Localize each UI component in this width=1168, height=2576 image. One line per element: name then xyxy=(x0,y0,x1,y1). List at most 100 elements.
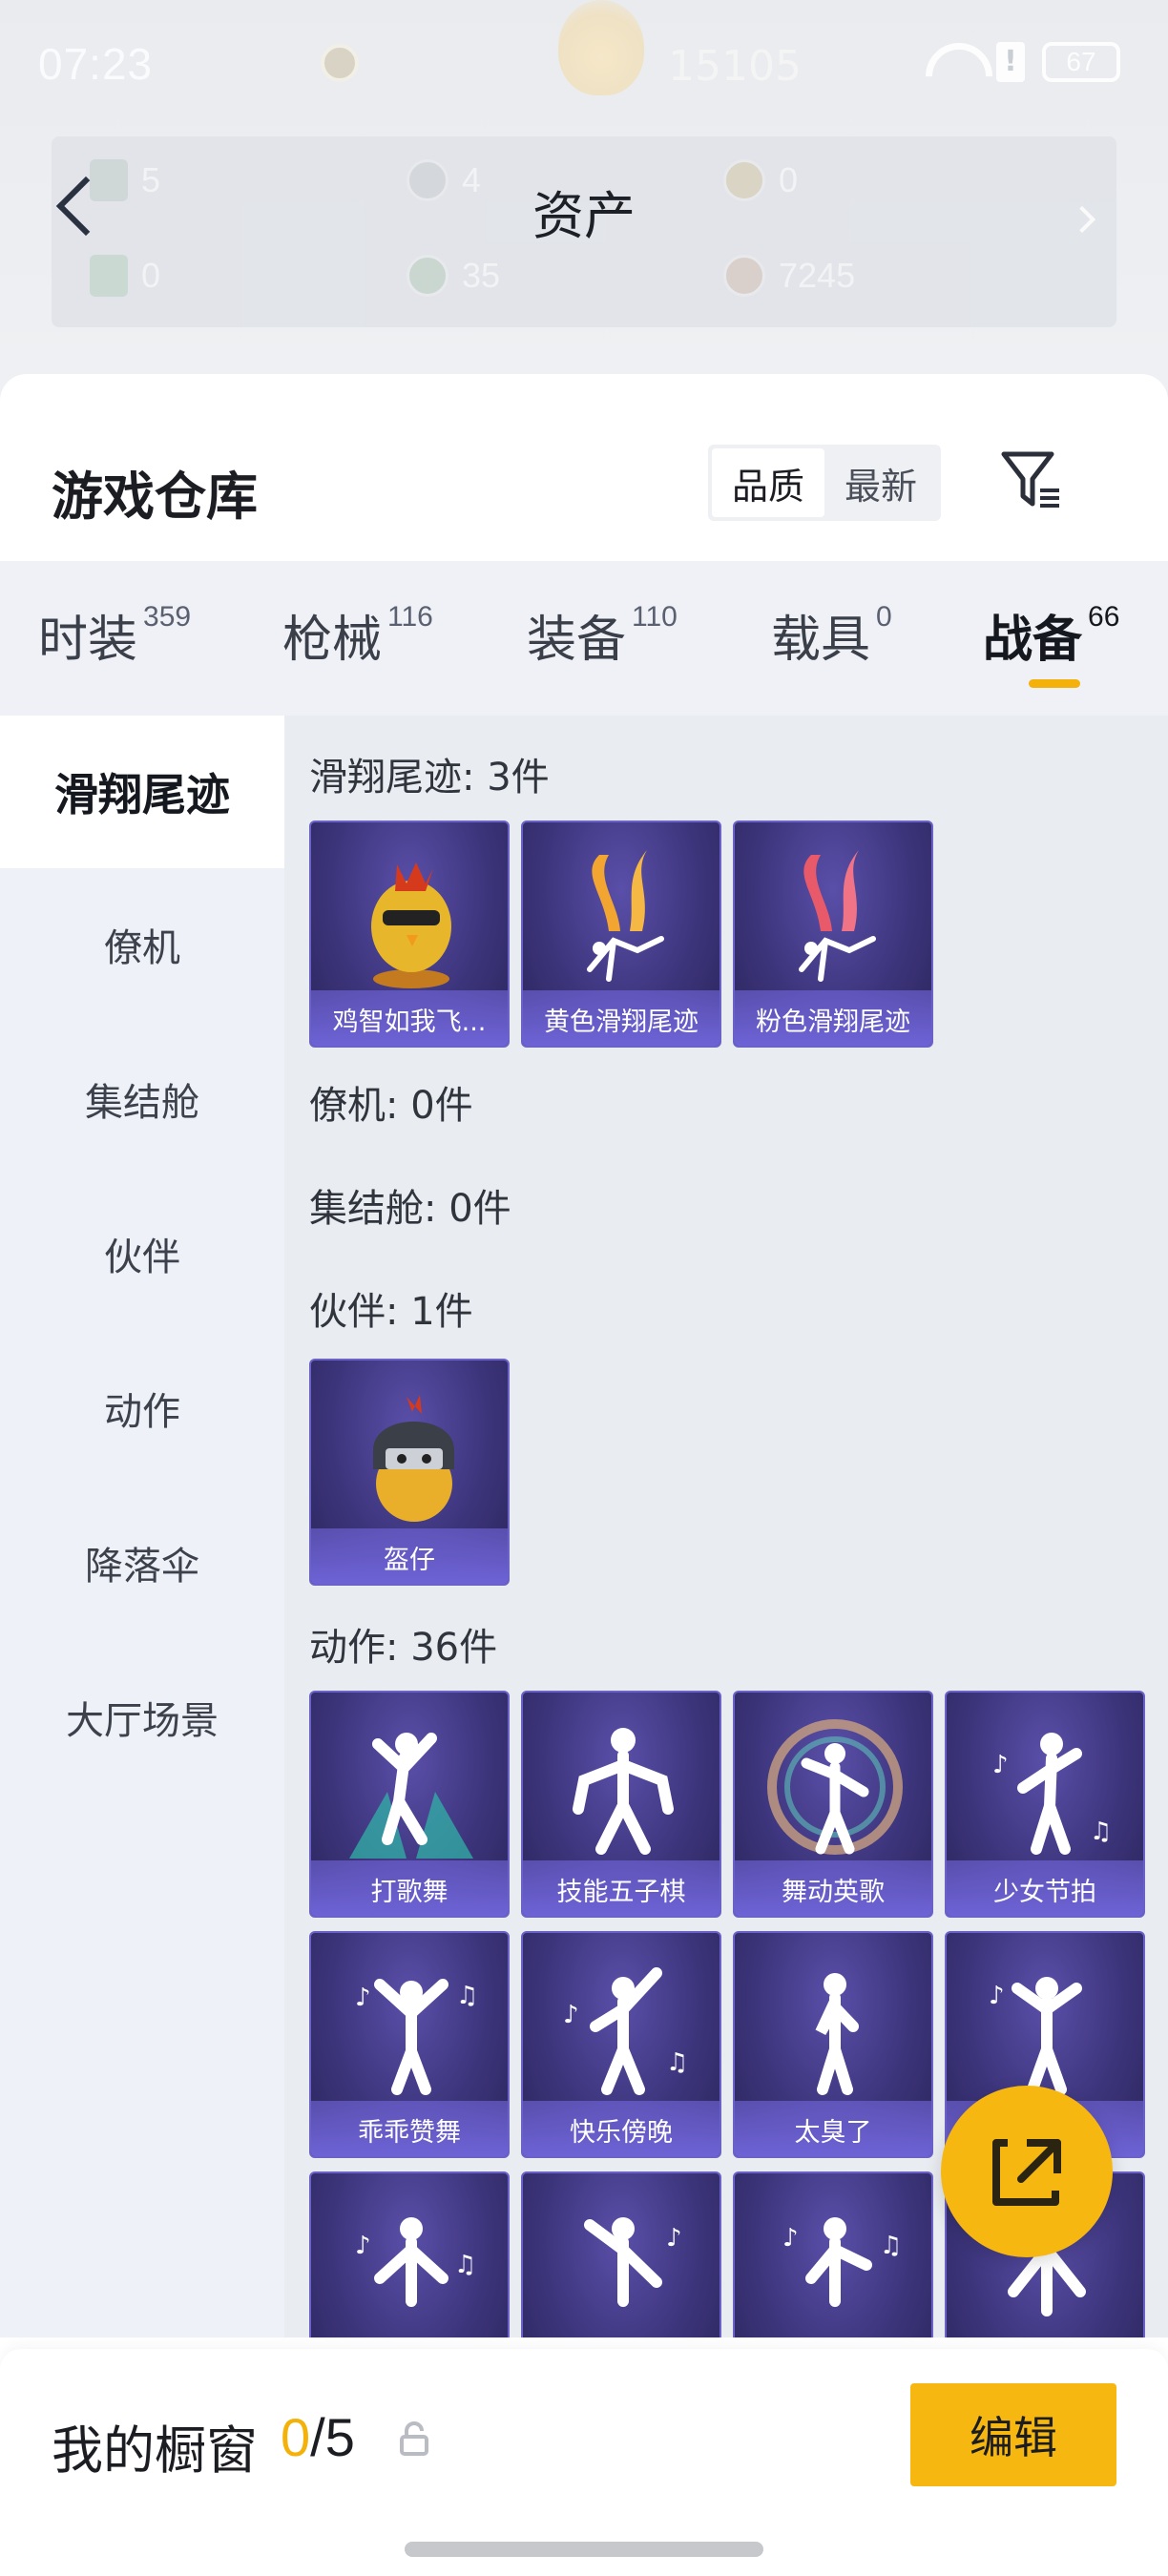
tab-combat-gear[interactable]: 战备 66 xyxy=(983,599,1119,671)
tab-count: 0 xyxy=(876,601,892,633)
dancer-icon: ♪ ♫ xyxy=(563,1967,688,2095)
asset-value: 0 xyxy=(141,256,161,295)
lock-icon xyxy=(400,2421,428,2456)
item-card[interactable]: ♪ ♫ xyxy=(309,2171,510,2337)
alert-icon: ! xyxy=(996,42,1025,82)
gem-icon xyxy=(407,255,448,297)
item-name: 少女节拍 xyxy=(993,1878,1096,1907)
share-button[interactable] xyxy=(941,2086,1113,2257)
edit-button[interactable]: 编辑 xyxy=(910,2383,1116,2486)
tab-vehicles[interactable]: 载具 0 xyxy=(771,599,892,671)
tab-label: 战备 xyxy=(983,612,1083,669)
section-title-glide-trail: 滑翔尾迹: 3件 xyxy=(309,756,550,800)
item-card[interactable]: 打歌舞 xyxy=(309,1691,510,1918)
section-title-wingman: 僚机: 0件 xyxy=(309,1084,473,1128)
sort-quality-button[interactable]: 品质 xyxy=(712,448,824,517)
side-item-lobby-scene[interactable]: 大厅场景 xyxy=(0,1641,284,1794)
item-card[interactable]: 技能五子棋 xyxy=(521,1691,721,1918)
tab-equipment[interactable]: 装备 110 xyxy=(527,599,678,671)
yellow-trail-icon xyxy=(587,850,664,982)
flame-icon xyxy=(558,0,644,95)
tab-label: 装备 xyxy=(527,612,627,669)
item-card[interactable]: ♪ ♫ 少女节拍 xyxy=(945,1691,1145,1918)
showcase-used: 0 xyxy=(281,2407,311,2467)
dancer-icon: ♪ ♫ xyxy=(782,2217,902,2307)
section-title-pod: 集结舱: 0件 xyxy=(309,1187,511,1231)
tab-count: 116 xyxy=(387,601,433,633)
sort-latest-button[interactable]: 最新 xyxy=(824,448,937,517)
side-item-glide-trail[interactable]: 滑翔尾迹 xyxy=(0,716,284,868)
sort-toggle: 品质 最新 xyxy=(708,445,941,521)
item-card[interactable]: 盔仔 xyxy=(309,1359,510,1586)
item-name: 盔仔 xyxy=(384,1546,435,1575)
item-card[interactable]: 黄色滑翔尾迹 xyxy=(521,821,721,1048)
section-title-companion: 伙伴: 1件 xyxy=(309,1290,473,1334)
dancer-icon xyxy=(349,1733,473,1859)
home-indicator xyxy=(405,2542,763,2557)
item-name: 黄色滑翔尾迹 xyxy=(544,1008,699,1037)
item-name: 乖乖赞舞 xyxy=(358,2118,461,2148)
item-name: 舞动英歌 xyxy=(782,1878,885,1907)
showcase-total: /5 xyxy=(310,2407,355,2467)
item-name: 技能五子棋 xyxy=(556,1878,686,1907)
tab-count: 66 xyxy=(1088,601,1120,633)
page-title: 资产 xyxy=(532,186,636,246)
side-item-companion[interactable]: 伙伴 xyxy=(0,1177,284,1330)
battery-icon: 67 xyxy=(1042,42,1120,82)
filter-icon[interactable] xyxy=(998,447,1065,513)
asset-card: 0 xyxy=(90,255,160,297)
status-time: 07:23 xyxy=(38,39,154,89)
side-nav: 滑翔尾迹 僚机 集结舱 伙伴 动作 降落伞 大厅场景 xyxy=(0,716,284,2337)
tab-label: 载具 xyxy=(771,612,871,669)
item-card[interactable]: 舞动英歌 xyxy=(733,1691,933,1918)
item-card[interactable]: ♪ ♫ xyxy=(733,2171,933,2337)
item-card[interactable]: ♪ xyxy=(521,2171,721,2337)
showcase-count: 0/5 xyxy=(281,2406,355,2468)
tab-weapons[interactable]: 枪械 116 xyxy=(282,599,433,671)
item-card[interactable]: 太臭了 xyxy=(733,1931,933,2158)
bp-coin-icon xyxy=(723,255,765,297)
svg-text:♪: ♪ xyxy=(782,2224,799,2253)
tab-label: 时装 xyxy=(38,612,138,669)
item-name: 快乐傍晚 xyxy=(570,2118,673,2148)
svg-text:♫: ♫ xyxy=(880,2232,902,2260)
item-name: 打歌舞 xyxy=(370,1878,448,1907)
side-item-wingman[interactable]: 僚机 xyxy=(0,868,284,1021)
item-name: 粉色滑翔尾迹 xyxy=(756,1008,910,1037)
helmet-chick-icon xyxy=(373,1395,454,1522)
side-item-parachute[interactable]: 降落伞 xyxy=(0,1486,284,1639)
side-item-pod[interactable]: 集结舱 xyxy=(0,1023,284,1175)
dancer-icon xyxy=(573,1728,674,1855)
item-name: 太臭了 xyxy=(794,2118,872,2148)
showcase-title: 我的橱窗 xyxy=(52,2420,258,2481)
item-card[interactable]: ♪ ♫ 乖乖赞舞 xyxy=(309,1931,510,2158)
asset-gem: 35 xyxy=(407,255,500,297)
item-card[interactable]: 鸡智如我飞... xyxy=(309,821,510,1048)
svg-text:♫: ♫ xyxy=(1090,1818,1112,1846)
dancer-icon xyxy=(767,1719,903,1855)
item-name: 鸡智如我飞... xyxy=(332,1008,487,1037)
status-blurred-text: 15105 xyxy=(668,42,802,91)
item-card[interactable]: 粉色滑翔尾迹 xyxy=(733,821,933,1048)
svg-text:♪: ♪ xyxy=(355,1984,371,2012)
category-tabs: 时装 359 枪械 116 装备 110 载具 0 战备 66 xyxy=(0,561,1168,716)
tab-fashion[interactable]: 时装 359 xyxy=(38,599,191,671)
asset-value: 35 xyxy=(462,256,501,295)
item-card[interactable]: ♪ ♫ 快乐傍晚 xyxy=(521,1931,721,2158)
asset-bp-coin: 7245 xyxy=(723,255,855,297)
active-tab-indicator xyxy=(1029,679,1080,688)
side-item-emote[interactable]: 动作 xyxy=(0,1332,284,1485)
svg-text:♪: ♪ xyxy=(666,2224,682,2253)
dancer-icon: ♪ ♫ xyxy=(992,1733,1112,1855)
notification-badge-icon xyxy=(321,44,359,82)
tab-count: 110 xyxy=(632,601,678,633)
chicken-pilot-icon xyxy=(371,862,451,988)
tab-label: 枪械 xyxy=(282,612,383,669)
dancer-icon xyxy=(815,1973,859,2095)
asset-value: 7245 xyxy=(779,256,856,295)
pink-trail-icon xyxy=(799,850,876,982)
tab-count: 359 xyxy=(143,601,192,633)
card-icon xyxy=(90,255,128,297)
svg-text:♫: ♫ xyxy=(456,1982,478,2010)
svg-text:♪: ♪ xyxy=(992,1751,1009,1779)
